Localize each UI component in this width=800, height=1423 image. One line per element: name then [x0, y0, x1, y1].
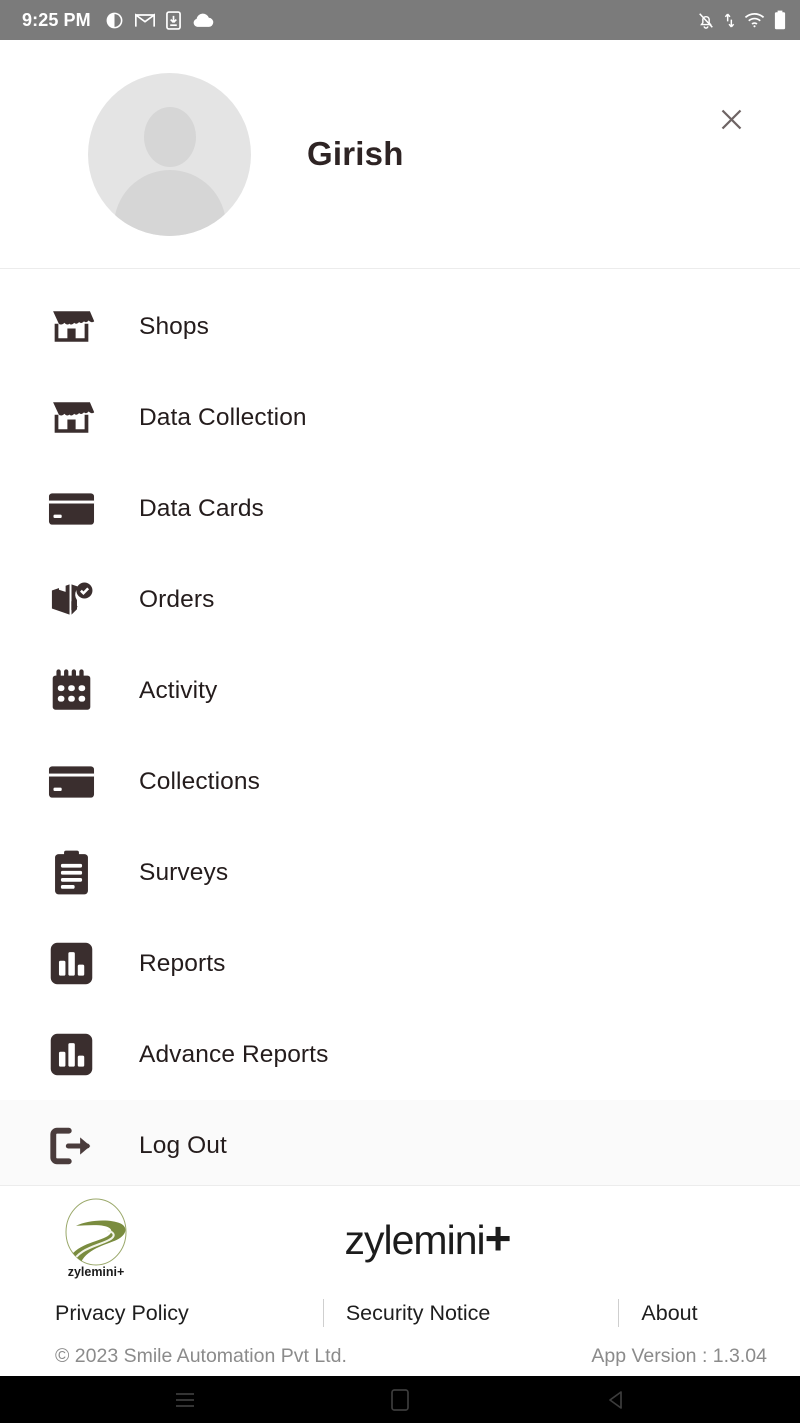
menu-item-label: Log Out [139, 1131, 227, 1159]
back-button[interactable] [595, 1380, 635, 1420]
menu-item-label: Orders [139, 585, 215, 613]
avatar-head [143, 106, 196, 167]
avatar-body [113, 170, 226, 236]
store-icon [45, 301, 97, 353]
store-icon [45, 392, 97, 444]
status-bar-right [697, 10, 786, 30]
status-bar-left: 9:25 PM [22, 10, 214, 31]
credit-card-icon [45, 483, 97, 535]
app-version-text: App Version : 1.3.04 [591, 1344, 767, 1367]
battery-icon [774, 10, 786, 30]
menu-item-label: Surveys [139, 858, 229, 886]
contrast-circle-icon [105, 11, 124, 30]
status-bar-clock: 9:25 PM [22, 9, 91, 30]
menu-item-label: Reports [139, 949, 226, 977]
menu-item-shops[interactable]: Shops [0, 281, 800, 372]
about-link[interactable]: About [641, 1301, 697, 1326]
close-icon[interactable] [710, 98, 752, 140]
menu-item-data-cards[interactable]: Data Cards [0, 463, 800, 554]
zylemini-logo-icon: zylemini+ [55, 1197, 137, 1279]
menu-item-label: Shops [139, 312, 209, 340]
logo-caption: zylemini+ [68, 1265, 125, 1279]
notifications-off-icon [697, 11, 715, 30]
menu-item-surveys[interactable]: Surveys [0, 827, 800, 918]
logout-icon [45, 1120, 97, 1172]
data-transfer-icon [724, 11, 735, 30]
cloud-icon [192, 13, 214, 28]
credit-card-icon [45, 756, 97, 808]
status-bar: 9:25 PM [0, 0, 800, 40]
navigation-menu: Shops Data Collection Data Cards Orders … [0, 269, 800, 1185]
android-nav-bar [0, 1376, 800, 1423]
clipboard-icon [45, 847, 97, 899]
brand-plus: + [484, 1212, 512, 1264]
bar-chart-icon [45, 938, 97, 990]
brand-name-text: zylemini [344, 1217, 486, 1263]
recents-button[interactable] [165, 1380, 205, 1420]
menu-item-label: Data Collection [139, 403, 307, 431]
profile-header: Girish [0, 40, 800, 269]
menu-item-log-out[interactable]: Log Out [0, 1100, 800, 1185]
gmail-icon [134, 12, 155, 28]
wifi-icon [744, 12, 765, 28]
footer-legal: © 2023 Smile Automation Pvt Ltd. App Ver… [22, 1336, 778, 1376]
copyright-text: © 2023 Smile Automation Pvt Ltd. [55, 1344, 347, 1367]
bar-chart-icon [45, 1029, 97, 1081]
brand-name: zylemini+ [137, 1211, 718, 1265]
home-button[interactable] [380, 1380, 420, 1420]
privacy-policy-link[interactable]: Privacy Policy [55, 1301, 189, 1326]
menu-item-label: Activity [139, 676, 218, 704]
brand-row: zylemini+ zylemini+ [22, 1186, 778, 1290]
app-screen: 9:25 PM Girish Shops Data Collection Dat… [0, 0, 800, 1423]
security-notice-link[interactable]: Security Notice [346, 1301, 491, 1326]
menu-item-advance-reports[interactable]: Advance Reports [0, 1009, 800, 1100]
footer: zylemini+ zylemini+ Privacy Policy Secur… [0, 1185, 800, 1376]
menu-item-orders[interactable]: Orders [0, 554, 800, 645]
menu-item-activity[interactable]: Activity [0, 645, 800, 736]
menu-item-label: Advance Reports [139, 1040, 329, 1068]
menu-item-reports[interactable]: Reports [0, 918, 800, 1009]
menu-item-label: Data Cards [139, 494, 264, 522]
link-divider [618, 1299, 620, 1327]
download-to-device-icon [165, 10, 181, 30]
avatar [88, 72, 251, 236]
calendar-icon [45, 665, 97, 717]
menu-item-label: Collections [139, 767, 260, 795]
user-name: Girish [307, 135, 404, 172]
package-check-icon [45, 574, 97, 626]
menu-item-collections[interactable]: Collections [0, 736, 800, 827]
menu-item-data-collection[interactable]: Data Collection [0, 372, 800, 463]
link-divider [322, 1299, 324, 1327]
footer-links: Privacy Policy Security Notice About [22, 1290, 778, 1336]
